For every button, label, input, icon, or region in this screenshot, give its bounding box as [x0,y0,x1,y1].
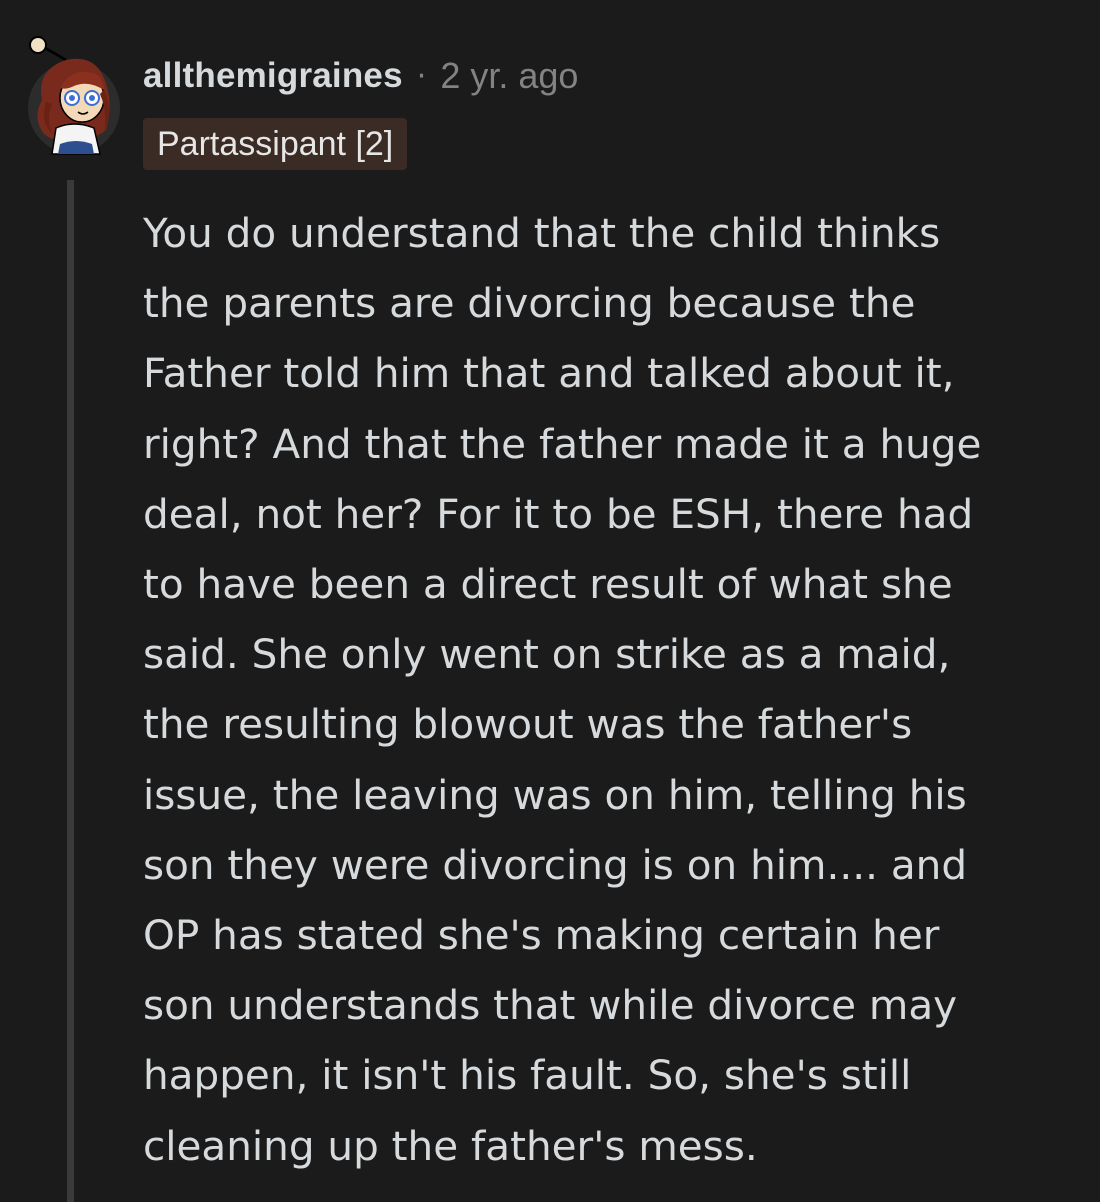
comment-body-line: OP has stated she's making certain her [143,911,940,960]
comment-body: You do understand that the child thinks … [143,198,1073,1181]
comment-body-line: deal, not her? For it to be ESH, there h… [143,489,974,538]
comment-body-line: to have been a direct result of what she [143,560,953,609]
username-link[interactable]: allthemigraines [143,56,403,96]
comment-body-line: son they were divorcing is on him.... an… [143,840,968,889]
comment-body-line: the parents are divorcing because the [143,279,916,328]
comment-body-line: You do understand that the child thinks [143,209,941,257]
comment-body-line: right? And that the father made it a hug… [143,419,982,468]
comment-timestamp[interactable]: 2 yr. ago [440,55,578,97]
comment-page: allthemigraines · 2 yr. ago Partassipant… [0,0,1100,1202]
comment-body-line: son understands that while divorce may [143,981,958,1030]
thread-collapse-line[interactable] [67,180,74,1202]
meta-separator: · [416,58,427,94]
comment-body-line: cleaning up the father's mess. [143,1121,758,1170]
comment-body-line: the resulting blowout was the father's [143,700,913,749]
comment-body-line: said. She only went on strike as a maid, [143,630,951,679]
comment-body-line: Father told him that and talked about it… [143,349,955,398]
comment-body-line: happen, it isn't his fault. So, she's st… [143,1051,912,1100]
user-avatar-icon[interactable] [22,30,126,160]
comment-body-line: issue, the leaving was on him, telling h… [143,770,967,819]
comment-header: allthemigraines · 2 yr. ago [143,48,578,104]
user-flair-badge: Partassipant [2] [143,118,408,170]
